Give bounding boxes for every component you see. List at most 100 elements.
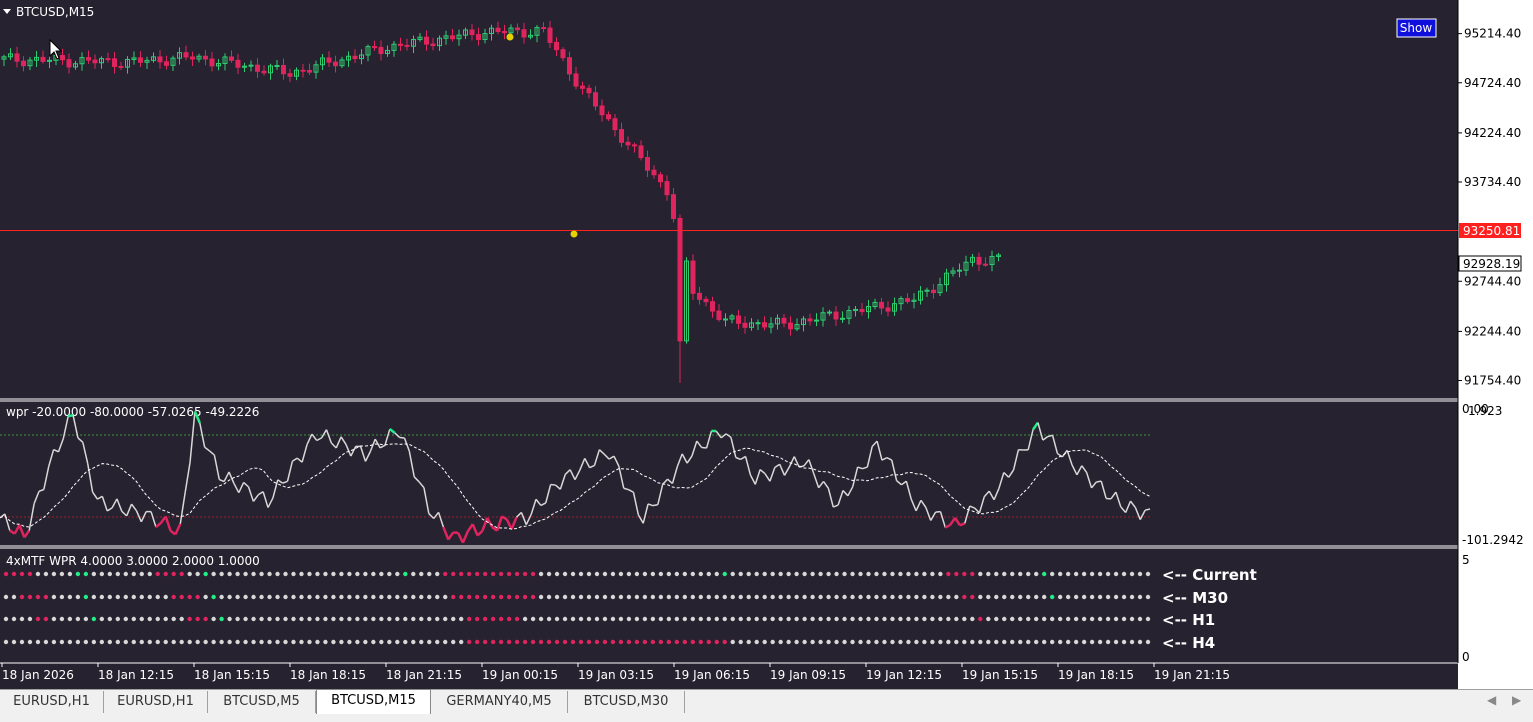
mtf-dot: [978, 640, 982, 644]
mtf-dot: [1114, 617, 1118, 621]
scroll-right-icon[interactable]: ▶: [1512, 693, 1521, 707]
mtf-dot: [938, 595, 942, 599]
mtf-dot: [36, 572, 40, 576]
candle-body: [139, 58, 143, 62]
mtf-dot: [739, 572, 743, 576]
mtf-dot: [1114, 572, 1118, 576]
mtf-dot: [723, 595, 727, 599]
candle-body: [626, 142, 630, 145]
mtf-dot: [339, 572, 343, 576]
mtf-dot: [770, 572, 774, 576]
mtf-dot: [52, 595, 56, 599]
mtf-dot: [467, 617, 471, 621]
mtf-dot: [267, 572, 271, 576]
mtf-dot: [555, 572, 559, 576]
mtf-dot: [195, 617, 199, 621]
mtf-dot: [315, 572, 319, 576]
mtf-dot: [754, 595, 758, 599]
mtf-dot: [914, 572, 918, 576]
mtf-dot: [291, 617, 295, 621]
mtf-dot: [219, 640, 223, 644]
mtf-dot: [587, 595, 591, 599]
candle-body: [841, 318, 845, 319]
mtf-dot: [267, 617, 271, 621]
mtf-dot: [1146, 572, 1150, 576]
mtf-dot: [595, 595, 599, 599]
mtf-dot: [1026, 640, 1030, 644]
mtf-dot: [595, 617, 599, 621]
chart-tab[interactable]: BTCUSD,M30: [568, 691, 685, 713]
mtf-dot: [100, 617, 104, 621]
candle-body: [607, 115, 611, 119]
mtf-row-label-h4: <-- H4: [1162, 634, 1215, 652]
mtf-dot: [563, 617, 567, 621]
candle-body: [659, 175, 663, 182]
event-marker-icon[interactable]: [571, 231, 578, 238]
mtf-dot: [164, 640, 168, 644]
mtf-dot: [874, 617, 878, 621]
mtf-dot: [227, 595, 231, 599]
mtf-dot: [906, 572, 910, 576]
chart-tab[interactable]: GERMANY40,M5: [431, 691, 568, 713]
mtf-dot: [172, 640, 176, 644]
mtf-dot: [882, 640, 886, 644]
mtf-dot: [211, 572, 215, 576]
mtf-dot: [986, 617, 990, 621]
mtf-dot: [491, 617, 495, 621]
mtf-dot: [195, 640, 199, 644]
chart-tab[interactable]: EURUSD,H1: [0, 691, 104, 713]
mtf-axis-top: 5: [1462, 553, 1470, 567]
mtf-dot: [459, 640, 463, 644]
candle-body: [496, 28, 500, 31]
mtf-dot: [451, 640, 455, 644]
mtf-dot: [994, 617, 998, 621]
mtf-dot: [1042, 640, 1046, 644]
mtf-dot: [675, 595, 679, 599]
mtf-dot: [762, 617, 766, 621]
mtf-dot: [36, 595, 40, 599]
mtf-dot: [427, 617, 431, 621]
chart-tab[interactable]: BTCUSD,M5: [208, 691, 316, 713]
candle-body: [613, 119, 617, 130]
mtf-dot: [1122, 617, 1126, 621]
chart-tab-active[interactable]: BTCUSD,M15: [316, 689, 431, 714]
mtf-dot: [1058, 572, 1062, 576]
mtf-dot: [243, 572, 247, 576]
mtf-dot: [28, 640, 32, 644]
time-tick-label: 19 Jan 18:15: [1058, 668, 1134, 682]
mtf-dot: [227, 572, 231, 576]
mtf-dot: [834, 595, 838, 599]
mtf-dot: [555, 640, 559, 644]
mtf-dot: [842, 640, 846, 644]
mtf-dot: [882, 572, 886, 576]
mtf-dot: [802, 595, 806, 599]
scroll-left-icon[interactable]: ◀: [1487, 693, 1496, 707]
mtf-dot: [611, 617, 615, 621]
chart-tab[interactable]: EURUSD,H1: [104, 691, 208, 713]
mtf-dot: [347, 617, 351, 621]
mtf-dot: [858, 572, 862, 576]
price-tick-label: 91754.40: [1464, 374, 1521, 388]
mtf-dot: [483, 572, 487, 576]
mtf-dot: [906, 595, 910, 599]
wpr-axis-bottom: -101.2942: [1462, 533, 1524, 547]
mtf-dot: [890, 595, 894, 599]
wpr-segment: [936, 512, 941, 513]
mtf-dot: [986, 572, 990, 576]
mtf-dot: [683, 572, 687, 576]
mtf-dot: [499, 617, 503, 621]
mtf-dot: [92, 640, 96, 644]
mtf-dot: [100, 595, 104, 599]
mtf-dot: [571, 595, 575, 599]
mtf-dot: [331, 595, 335, 599]
mtf-dot: [986, 640, 990, 644]
mtf-dot: [355, 617, 359, 621]
mtf-dot: [451, 617, 455, 621]
event-marker-icon[interactable]: [507, 34, 514, 41]
mtf-dot: [635, 640, 639, 644]
mtf-dot: [44, 640, 48, 644]
mtf-dot: [1042, 595, 1046, 599]
mtf-dot: [627, 617, 631, 621]
mtf-dot: [539, 572, 543, 576]
main-chart-background: [0, 0, 1458, 689]
